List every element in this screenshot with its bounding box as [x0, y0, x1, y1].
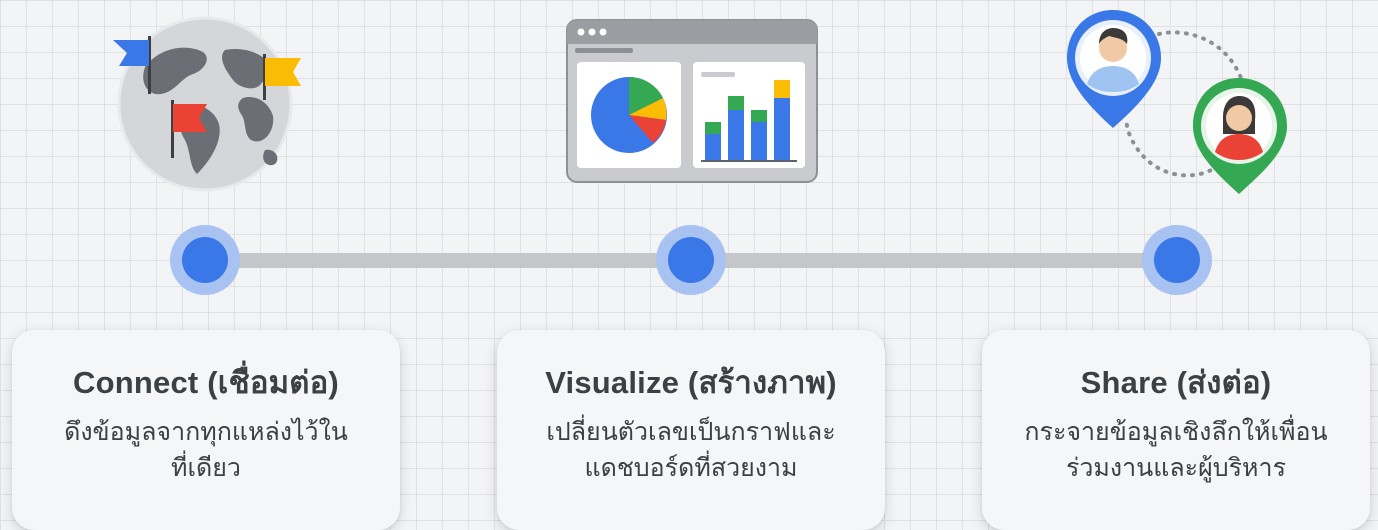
step-card-share: Share (ส่งต่อ) กระจายข้อมูลเชิงลึกให้เพื… [982, 330, 1370, 530]
globe-with-flags-icon [113, 16, 301, 192]
step-title: Connect (เชื่อมต่อ) [73, 365, 339, 400]
timeline-node-connect [170, 225, 240, 295]
step-description-line: เปลี่ยนตัวเลขเป็นกราฟและ [546, 418, 836, 446]
step-card-visualize: Visualize (สร้างภาพ) เปลี่ยนตัวเลขเป็นกร… [497, 330, 885, 530]
step-description: เปลี่ยนตัวเลขเป็นกราฟและ แดชบอร์ดที่สวยง… [497, 414, 885, 486]
step-description-line: แดชบอร์ดที่สวยงาม [584, 454, 798, 482]
step-description-line: ดึงข้อมูลจากทุกแหล่งไว้ใน [64, 418, 348, 446]
step-title: Visualize (สร้างภาพ) [545, 365, 837, 400]
step-description: ดึงข้อมูลจากทุกแหล่งไว้ใน ที่เดียว [12, 414, 400, 486]
step-title: Share (ส่งต่อ) [1080, 365, 1272, 400]
timeline-node-visualize [656, 225, 726, 295]
step-description: กระจายข้อมูลเชิงลึกให้เพื่อน ร่วมงานและผ… [982, 414, 1370, 486]
step-description-line: กระจายข้อมูลเชิงลึกให้เพื่อน [1024, 418, 1328, 446]
step-description-line: ร่วมงานและผู้บริหาร [1065, 454, 1287, 482]
shared-location-pins-icon [1067, 10, 1287, 194]
timeline-node-share [1142, 225, 1212, 295]
step-card-connect: Connect (เชื่อมต่อ) ดึงข้อมูลจากทุกแหล่ง… [12, 330, 400, 530]
step-description-line: ที่เดียว [171, 454, 241, 482]
dashboard-charts-icon [566, 19, 818, 183]
